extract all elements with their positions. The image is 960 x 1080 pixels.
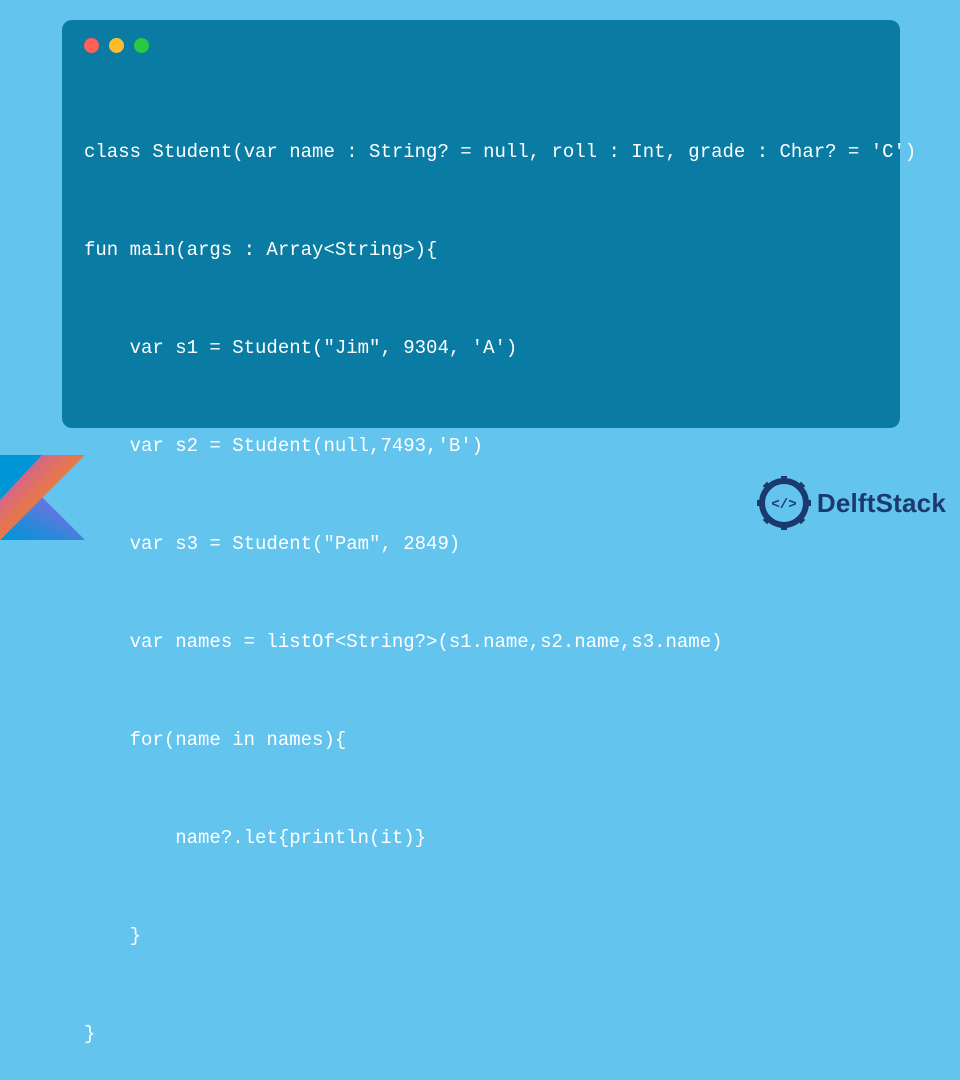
- kotlin-logo-icon: [0, 455, 85, 540]
- code-line: for(name in names){: [84, 724, 878, 757]
- code-line: }: [84, 920, 878, 953]
- code-window: class Student(var name : String? = null,…: [62, 20, 900, 428]
- code-line: name?.let{println(it)}: [84, 822, 878, 855]
- code-line: var s3 = Student("Pam", 2849): [84, 528, 878, 561]
- brand-name: DelftStack: [817, 488, 946, 519]
- brand: </> DelftStack: [757, 476, 946, 530]
- maximize-dot-icon: [134, 38, 149, 53]
- minimize-dot-icon: [109, 38, 124, 53]
- code-line: class Student(var name : String? = null,…: [84, 136, 878, 169]
- close-dot-icon: [84, 38, 99, 53]
- code-line: var s1 = Student("Jim", 9304, 'A'): [84, 332, 878, 365]
- gear-icon: </>: [757, 476, 811, 530]
- code-line: var names = listOf<String?>(s1.name,s2.n…: [84, 626, 878, 659]
- code-line: }: [84, 1018, 878, 1051]
- code-block: class Student(var name : String? = null,…: [84, 71, 878, 1080]
- code-line: var s2 = Student(null,7493,'B'): [84, 430, 878, 463]
- svg-text:</>: </>: [771, 497, 796, 513]
- window-controls: [84, 38, 878, 53]
- code-line: fun main(args : Array<String>){: [84, 234, 878, 267]
